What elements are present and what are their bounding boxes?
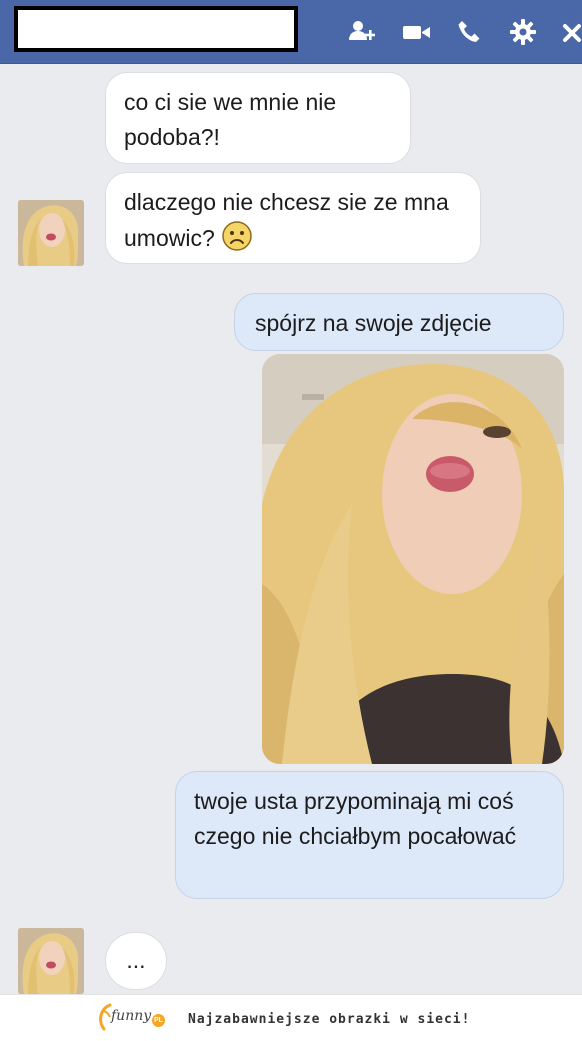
incoming-message: dlaczego nie chcesz sie ze mna umowic? [105,172,481,264]
footer-tagline: Najzabawniejsze obrazki w sieci! [188,1012,471,1027]
chat-header [0,0,582,64]
settings-gear-icon[interactable] [507,16,539,48]
logo-text: funny [111,1008,152,1024]
message-text: co ci sie we mnie nie podoba?! [124,89,337,150]
typing-dots: ... [126,947,146,973]
outgoing-message: twoje usta przypominają mi coś czego nie… [175,771,564,899]
incoming-message: co ci sie we mnie nie podoba?! [105,72,411,164]
footer-watermark: funny PL Najzabawniejsze obrazki w sieci… [0,994,582,1041]
message-thread[interactable]: co ci sie we mnie nie podoba?! dlaczego … [0,64,582,994]
contact-name-box[interactable] [14,6,298,52]
message-text: twoje usta przypominają mi coś czego nie… [194,788,517,849]
outgoing-message: spójrz na swoje zdjęcie [234,293,564,351]
typing-indicator: ... [105,932,167,990]
message-text: dlaczego nie chcesz sie ze mna umowic? [124,189,449,251]
contact-avatar[interactable] [18,200,84,266]
phone-call-icon[interactable] [454,16,486,48]
close-icon[interactable] [561,16,582,48]
add-friend-icon[interactable] [346,16,378,48]
logo-badge: PL [152,1014,165,1027]
selfie-photo[interactable] [262,354,564,764]
message-text: spójrz na swoje zdjęcie [255,310,492,336]
frown-emoji-icon [221,220,253,252]
contact-avatar[interactable] [18,928,84,994]
video-call-icon[interactable] [400,16,432,48]
